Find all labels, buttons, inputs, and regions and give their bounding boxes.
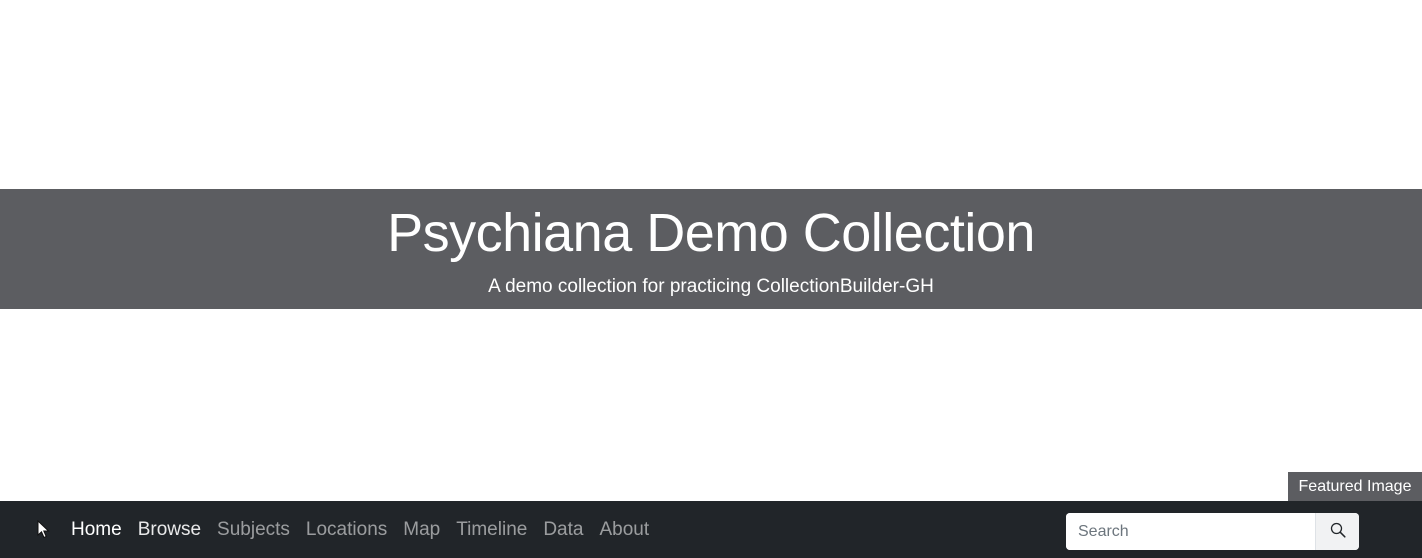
page-title: Psychiana Demo Collection [387, 203, 1035, 263]
search-form [1066, 513, 1359, 550]
nav-menu: Home Browse Subjects Locations Map Timel… [63, 501, 657, 558]
featured-image-label[interactable]: Featured Image [1288, 472, 1422, 502]
header-banner: Psychiana Demo Collection A demo collect… [0, 189, 1422, 309]
cursor-arrow-icon[interactable] [36, 519, 52, 540]
nav-item-browse[interactable]: Browse [130, 501, 209, 558]
nav-item-map[interactable]: Map [395, 501, 448, 558]
page-subtitle: A demo collection for practicing Collect… [488, 276, 934, 297]
search-input[interactable] [1066, 513, 1315, 550]
navbar: Home Browse Subjects Locations Map Timel… [0, 501, 1422, 558]
page: Psychiana Demo Collection A demo collect… [0, 0, 1422, 558]
nav-item-about[interactable]: About [591, 501, 657, 558]
search-icon [1330, 522, 1346, 541]
nav-item-home[interactable]: Home [63, 501, 130, 558]
nav-item-locations[interactable]: Locations [298, 501, 395, 558]
nav-item-data[interactable]: Data [535, 501, 591, 558]
search-button[interactable] [1315, 513, 1359, 550]
nav-item-subjects[interactable]: Subjects [209, 501, 298, 558]
nav-item-timeline[interactable]: Timeline [448, 501, 535, 558]
